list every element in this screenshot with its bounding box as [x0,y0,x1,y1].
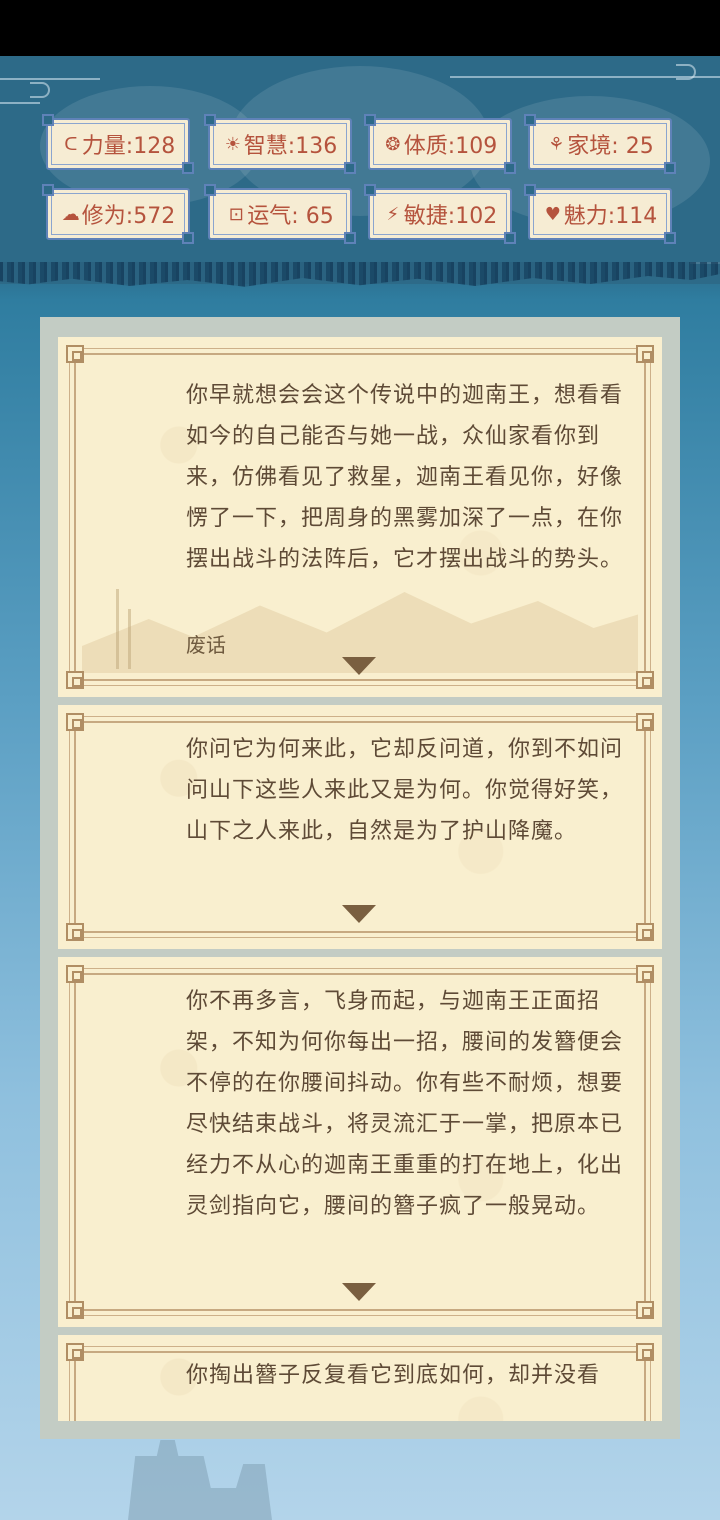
expand-arrow-icon[interactable] [342,905,376,923]
stat-charm-label: 魅力:114 [563,204,658,229]
stat-charm: ♥ 魅力:114 [524,184,676,244]
corner-ornament [636,345,654,363]
stat-family: ⚘ 家境: 25 [524,114,676,174]
story-card[interactable]: 你早就想会会这个传说中的迦南王，想看看如今的自己能否与她一战，众仙家看你到来，仿… [58,337,662,697]
heart-icon: ♥ [544,203,561,225]
story-card[interactable]: 你掏出簪子反复看它到底如何，却并没看 [58,1335,662,1421]
story-text: 你不再多言，飞身而起，与迦南王正面招架，不知为何你每出一招，腰间的发簪便会不停的… [186,989,624,1219]
stat-cultivation: ☁ 修为:572 [42,184,194,244]
stat-constitution: ❂ 体质:109 [364,114,516,174]
story-text: 你掏出簪子反复看它到底如何，却并没看 [186,1363,601,1388]
corner-ornament [636,713,654,731]
swirl-decoration [30,82,50,98]
header-band [0,56,720,284]
corner-ornament [66,965,84,983]
stat-wisdom-label: 智慧:136 [243,134,338,159]
swirl-decoration [0,78,100,80]
lightning-icon: ⚡ [386,203,400,225]
swirl-decoration [0,102,40,104]
stat-constitution-label: 体质:109 [403,134,498,159]
corner-ornament [636,1343,654,1361]
stat-wisdom: ☀ 智慧:136 [204,114,356,174]
story-card[interactable]: 你问它为何来此，它却反问道，你到不如问问山下这些人来此又是为何。你觉得好笑，山下… [58,705,662,949]
dice-icon: ⊡ [228,203,244,225]
stat-strength-label: 力量:128 [81,134,176,159]
choice-option[interactable]: 废话 [186,629,226,658]
corner-ornament [66,1301,84,1319]
swirl-decoration [676,64,696,80]
expand-arrow-icon[interactable] [342,1283,376,1301]
expand-arrow-icon[interactable] [342,657,376,675]
corner-ornament [66,923,84,941]
corner-ornament [66,671,84,689]
family-icon: ⚘ [548,133,565,155]
story-panel[interactable]: 你早就想会会这个传说中的迦南王，想看看如今的自己能否与她一战，众仙家看你到来，仿… [40,317,680,1439]
status-bar [0,0,720,56]
stat-agility-label: 敏捷:102 [403,204,498,229]
stat-agility: ⚡ 敏捷:102 [364,184,516,244]
cloud-icon: ☁ [61,203,80,225]
bamboo-decoration [128,609,131,669]
stat-luck-label: 运气: 65 [247,204,334,229]
corner-ornament [636,965,654,983]
story-scroll-area[interactable]: 你早就想会会这个传说中的迦南王，想看看如今的自己能否与她一战，众仙家看你到来，仿… [58,337,662,1421]
pavilion-decoration [128,1440,272,1520]
corner-ornament [66,1343,84,1361]
corner-ornament [636,1301,654,1319]
bamboo-decoration [116,589,119,669]
bulb-icon: ☀ [224,133,241,155]
corner-ornament [66,713,84,731]
stat-family-label: 家境: 25 [567,134,654,159]
stat-luck: ⊡ 运气: 65 [204,184,356,244]
stat-strength: ᑕ 力量:128 [42,114,194,174]
cycle-icon: ❂ [385,133,401,155]
stat-cultivation-label: 修为:572 [81,204,176,229]
corner-ornament [636,671,654,689]
corner-ornament [636,923,654,941]
story-text: 你问它为何来此，它却反问道，你到不如问问山下这些人来此又是为何。你觉得好笑，山下… [186,737,624,844]
corner-ornament [66,345,84,363]
story-card[interactable]: 你不再多言，飞身而起，与迦南王正面招架，不知为何你每出一招，腰间的发簪便会不停的… [58,957,662,1327]
story-text: 你早就想会会这个传说中的迦南王，想看看如今的自己能否与她一战，众仙家看你到来，仿… [186,383,624,572]
arm-icon: ᑕ [64,133,78,155]
